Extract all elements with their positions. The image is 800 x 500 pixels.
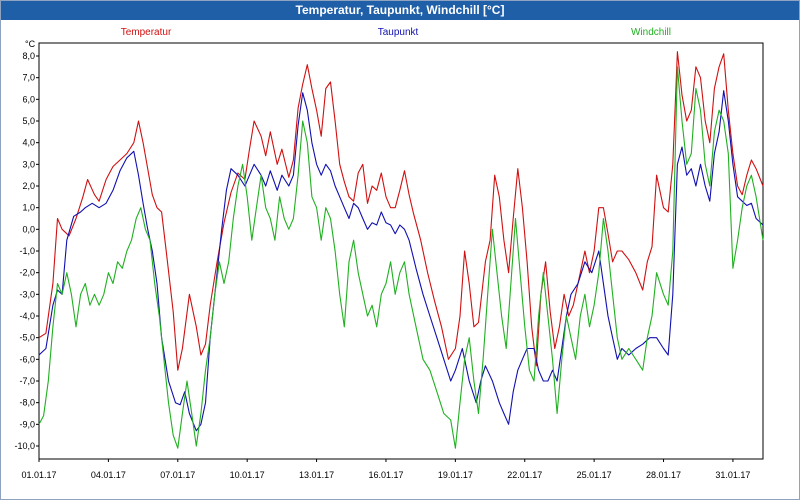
y-tick-label: 4,0 <box>22 138 35 148</box>
y-tick-label: -5,0 <box>19 333 35 343</box>
y-tick-label: -4,0 <box>19 311 35 321</box>
y-tick-label: 3,0 <box>22 159 35 169</box>
y-tick-label: -7,0 <box>19 376 35 386</box>
y-tick-label: -6,0 <box>19 354 35 364</box>
x-tick-label: 04.01.17 <box>91 470 126 480</box>
y-tick-label: 8,0 <box>22 51 35 61</box>
y-tick-label: -8,0 <box>19 398 35 408</box>
y-axis-unit: °C <box>25 39 36 49</box>
plot-area <box>38 42 764 460</box>
x-tick-label: 25.01.17 <box>577 470 612 480</box>
x-tick-label: 13.01.17 <box>299 470 334 480</box>
x-tick-label: 10.01.17 <box>230 470 265 480</box>
x-tick-label: 07.01.17 <box>160 470 195 480</box>
chart-window: Temperatur, Taupunkt, Windchill [°C] 8,0… <box>0 0 800 500</box>
x-tick-label: 31.01.17 <box>715 470 750 480</box>
x-tick-label: 22.01.17 <box>507 470 542 480</box>
y-tick-label: 2,0 <box>22 181 35 191</box>
y-tick-label: 1,0 <box>22 203 35 213</box>
y-tick-label: 7,0 <box>22 73 35 83</box>
legend-entry-temperatur: Temperatur <box>121 27 172 38</box>
y-tick-label: -2,0 <box>19 268 35 278</box>
y-tick-label: -9,0 <box>19 419 35 429</box>
x-tick-label: 16.01.17 <box>368 470 403 480</box>
legend: Temperatur Taupunkt Windchill <box>121 27 671 38</box>
legend-entry-windchill: Windchill <box>631 27 671 38</box>
y-tick-label: 0,0 <box>22 224 35 234</box>
x-tick-label: 28.01.17 <box>646 470 681 480</box>
x-tick-label: 01.01.17 <box>21 470 56 480</box>
y-tick-label: -3,0 <box>19 289 35 299</box>
line-chart: 8,0 7,0 6,0 5,0 4,0 3,0 2,0 1,0 0,0 -1,0 -2,0 -3,0 -… <box>14 27 764 480</box>
y-tick-label: 6,0 <box>22 94 35 104</box>
legend-entry-taupunkt: Taupunkt <box>378 27 419 38</box>
y-tick-label: 5,0 <box>22 116 35 126</box>
y-tick-label: -10,0 <box>14 441 35 451</box>
x-tick-label: 19.01.17 <box>438 470 473 480</box>
axes: 8,0 7,0 6,0 5,0 4,0 3,0 2,0 1,0 0,0 -1,0 -2,0 -3,0 -… <box>14 39 764 480</box>
y-tick-label: -1,0 <box>19 246 35 256</box>
